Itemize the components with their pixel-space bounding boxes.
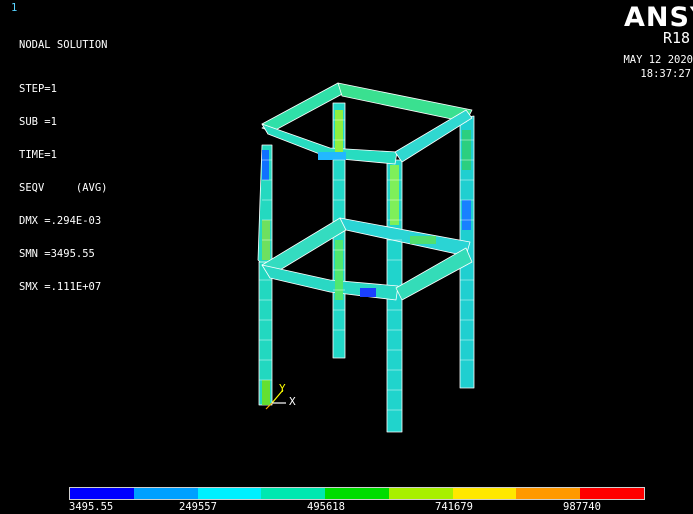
legend-swatch — [325, 488, 389, 499]
contour-legend-bar — [69, 487, 645, 500]
mid-beam-front — [261, 264, 399, 301]
stress-contour-model[interactable]: Y X — [0, 0, 693, 514]
triad-y-label: Y — [279, 382, 286, 395]
rear-left-post-lowspot — [262, 150, 269, 180]
triad-x-label: X — [289, 395, 296, 408]
legend-swatch — [133, 488, 198, 499]
legend-tick-label: 249557 — [179, 501, 217, 513]
rear-right-post-lowspot — [462, 200, 471, 230]
mid-beam-rear — [339, 217, 471, 257]
legend-tick-label: 741679 — [435, 501, 473, 513]
mid-front-beam-lowspot — [360, 288, 376, 297]
legend-swatch — [580, 488, 645, 499]
legend-swatch — [388, 488, 453, 499]
legend-swatch — [452, 488, 517, 499]
top-beam-rear — [337, 82, 473, 123]
mid-rear-beam-band — [410, 236, 436, 244]
top-front-beam-band — [318, 152, 346, 160]
frame-members — [257, 82, 475, 433]
rear-right-post-mid — [462, 130, 471, 170]
legend-tick-label: 987740 — [563, 501, 601, 513]
legend-tick-label: 3495.55 — [69, 501, 114, 513]
legend-swatch — [261, 488, 326, 499]
legend-swatch — [516, 488, 581, 499]
front-left-post-base — [262, 380, 270, 405]
front-post-hotspot — [390, 165, 399, 225]
legend-swatch — [197, 488, 262, 499]
legend-swatch — [70, 488, 134, 499]
legend-tick-label: 495618 — [307, 501, 345, 513]
